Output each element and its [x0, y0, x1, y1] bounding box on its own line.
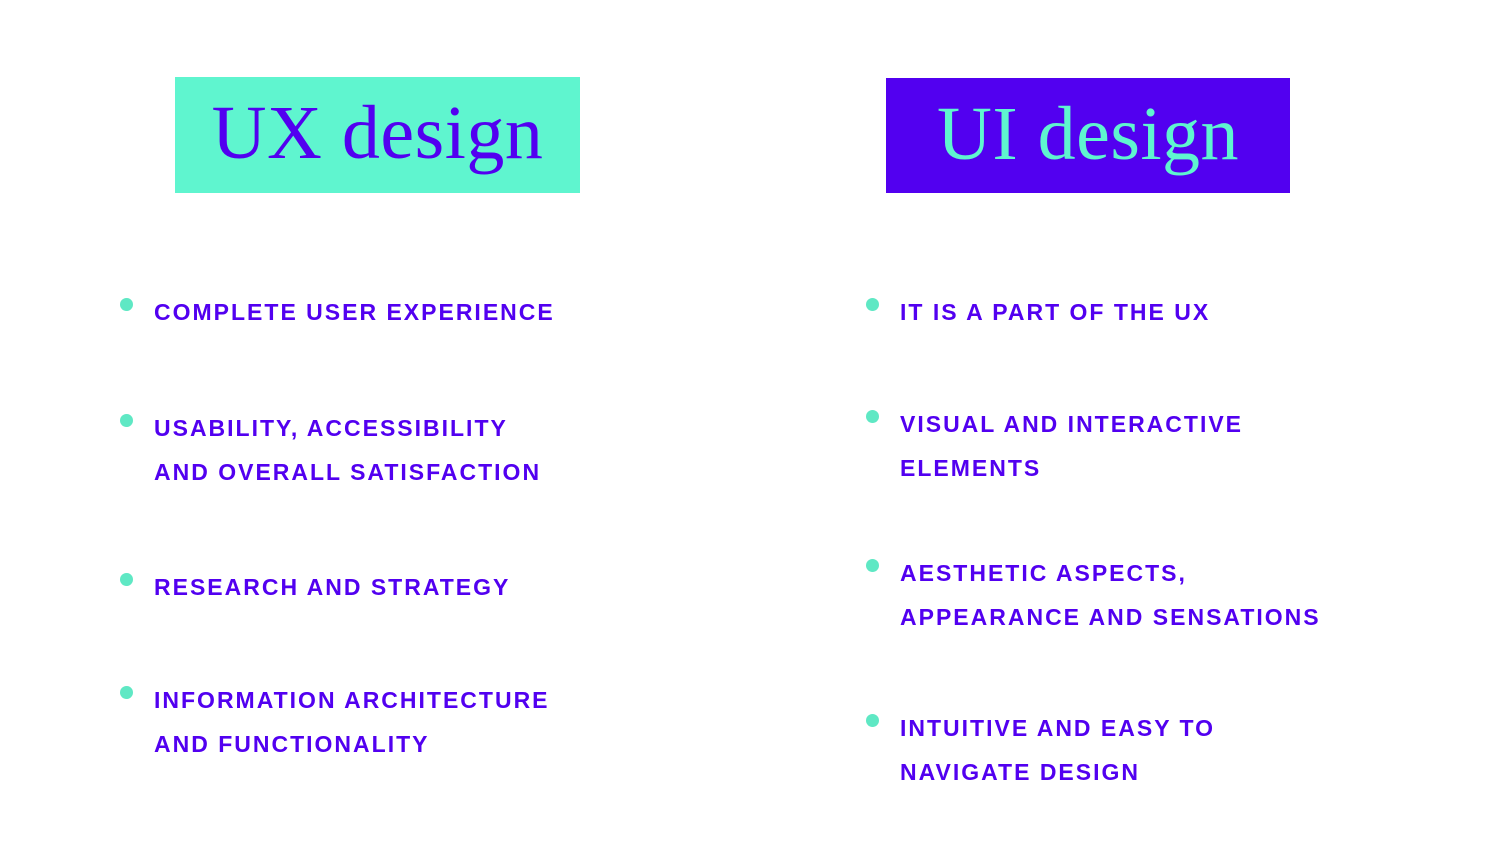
header-banner-ux: UX design — [175, 77, 580, 193]
list-item-label: Intuitive and easy to navigate design — [900, 715, 1216, 785]
bullet-dot-icon — [866, 559, 879, 572]
list-item-label: Complete user experience — [154, 299, 555, 325]
bullet-dot-icon — [120, 414, 133, 427]
list-item: Complete user experience — [120, 290, 740, 334]
bullet-dot-icon — [120, 298, 133, 311]
list-item: Usability, accessibility and overall sat… — [120, 406, 740, 494]
bullet-dot-icon — [866, 410, 879, 423]
comparison-slide: UX design Complete user experience Usabi… — [0, 0, 1500, 850]
bullet-dot-icon — [866, 714, 879, 727]
list-item: Research and strategy — [120, 565, 740, 609]
list-item: Intuitive and easy to navigate design — [866, 706, 1466, 794]
column-ui-design: UI design It is a part of the UX Visual … — [866, 0, 1466, 850]
list-item-label: Visual and interactive elements — [900, 411, 1244, 481]
column-ux-design: UX design Complete user experience Usabi… — [120, 0, 740, 850]
list-item-label: Research and strategy — [154, 574, 511, 600]
header-title-ui: UI design — [936, 91, 1240, 176]
list-item: Aesthetic aspects, appearance and sensat… — [866, 551, 1466, 639]
list-item-label: Usability, accessibility and overall sat… — [154, 415, 542, 485]
list-item: Information architecture and functionali… — [120, 678, 740, 766]
header-banner-ui: UI design — [886, 78, 1290, 193]
list-item: Visual and interactive elements — [866, 402, 1466, 490]
bullet-dot-icon — [120, 573, 133, 586]
list-item-label: Aesthetic aspects, appearance and sensat… — [900, 560, 1321, 630]
bullet-dot-icon — [120, 686, 133, 699]
list-item: It is a part of the UX — [866, 290, 1466, 334]
list-item-label: It is a part of the UX — [900, 299, 1211, 325]
header-title-ux: UX design — [211, 91, 544, 175]
list-item-label: Information architecture and functionali… — [154, 687, 550, 757]
bullet-dot-icon — [866, 298, 879, 311]
